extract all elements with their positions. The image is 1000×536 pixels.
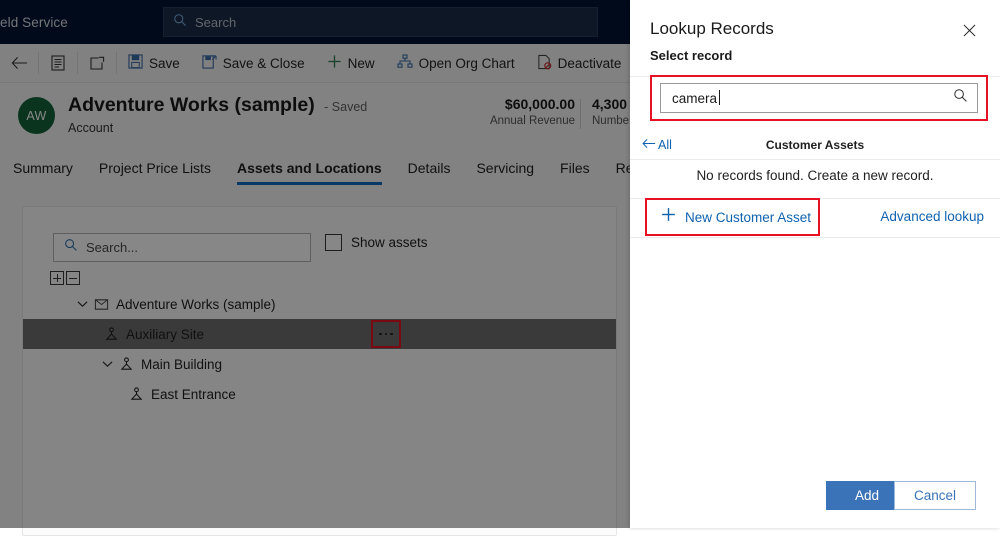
empty-results-message: No records found. Create a new record. (696, 168, 934, 183)
lookup-records-panel: Lookup Records Select record camera Cust… (630, 0, 1000, 528)
new-customer-asset-button[interactable]: New Customer Asset (645, 198, 820, 236)
cancel-button[interactable]: Cancel (894, 481, 976, 510)
search-icon[interactable] (953, 88, 968, 108)
panel-title: Lookup Records (650, 19, 774, 38)
divider (630, 159, 1000, 160)
entity-filter-bar: Customer Assets All (630, 131, 1000, 159)
back-arrow-icon (642, 138, 656, 152)
entity-name-label: Customer Assets (765, 138, 865, 152)
back-to-all-label: All (658, 138, 672, 152)
lookup-action-row: New Customer Asset Advanced lookup (630, 198, 1000, 236)
panel-footer: Add Cancel (630, 466, 1000, 528)
modal-overlay[interactable] (0, 0, 630, 528)
plus-icon (661, 207, 676, 227)
close-icon[interactable] (953, 14, 985, 46)
new-customer-asset-label: New Customer Asset (685, 209, 812, 225)
panel-subtitle: Select record (650, 48, 733, 63)
advanced-lookup-button[interactable]: Advanced lookup (880, 209, 984, 224)
lookup-search-value: camera (672, 89, 721, 106)
back-to-all-button[interactable]: All (642, 138, 672, 152)
lookup-search-input[interactable]: camera (660, 83, 978, 113)
divider (630, 237, 1000, 238)
lookup-search-highlight: camera (650, 75, 988, 121)
